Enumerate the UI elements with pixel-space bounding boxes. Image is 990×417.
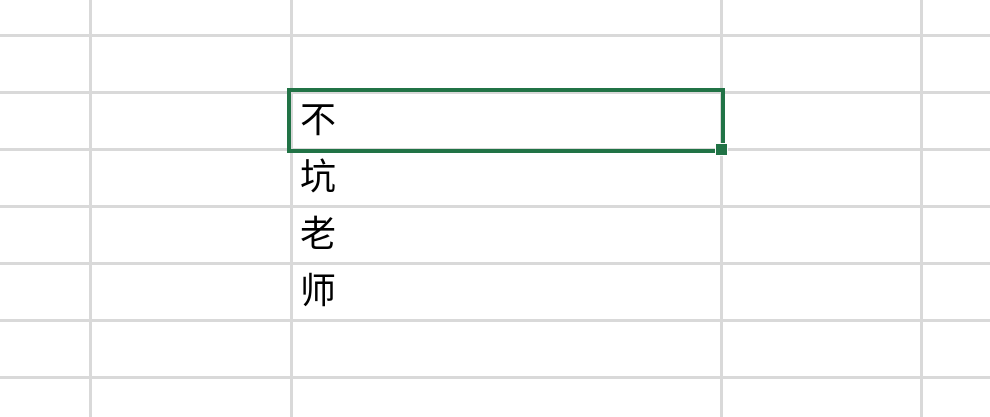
column-gridline <box>89 0 92 417</box>
cell[interactable]: 师 <box>293 265 721 319</box>
row-gridline <box>0 376 990 379</box>
cell[interactable]: 老 <box>293 208 721 262</box>
row-gridline <box>0 319 990 322</box>
cell-selected[interactable]: 不 <box>293 94 721 148</box>
cell[interactable]: 坑 <box>293 151 721 205</box>
spreadsheet-grid[interactable]: 不 坑 老 师 <box>0 0 990 417</box>
row-gridline <box>0 34 990 37</box>
column-gridline <box>920 0 923 417</box>
fill-handle[interactable] <box>715 143 728 156</box>
